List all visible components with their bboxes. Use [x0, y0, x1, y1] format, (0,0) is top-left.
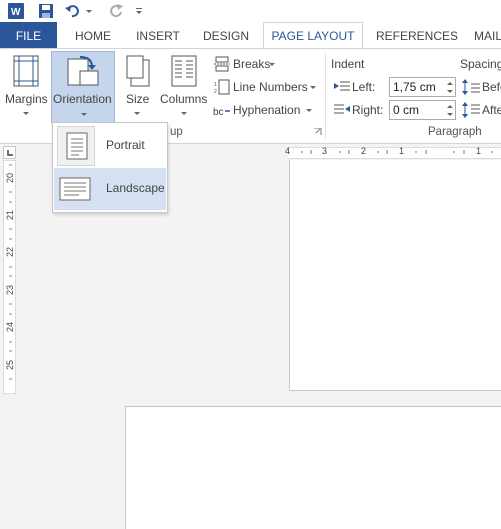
paragraph-group-label: Paragraph — [428, 126, 482, 138]
indent-title: Indent — [331, 57, 365, 71]
document-page[interactable] — [125, 406, 501, 529]
spacing-before-icon — [462, 79, 480, 95]
spacing-title: Spacing — [460, 57, 501, 71]
svg-text:2: 2 — [214, 89, 217, 95]
indent-left-icon — [334, 81, 350, 91]
margins-icon — [13, 55, 39, 87]
indent-left-field[interactable]: 1,75 cm — [389, 77, 456, 97]
save-icon[interactable] — [37, 2, 55, 20]
landscape-label: Landscape — [106, 181, 165, 195]
margins-label: Margins — [5, 92, 48, 106]
ruler-ticks — [301, 150, 493, 154]
breaks-label: Breaks — [233, 57, 271, 71]
indent-right-field[interactable]: 0 cm — [389, 100, 456, 120]
svg-text:W: W — [11, 7, 21, 18]
columns-icon — [171, 55, 197, 87]
left-tab-icon — [7, 150, 13, 156]
ruler-ticks — [9, 164, 12, 380]
size-button[interactable]: Size — [120, 52, 154, 122]
ruler-number: 4 — [285, 146, 291, 156]
orientation-menu: Portrait Landscape — [52, 122, 168, 213]
portrait-label: Portrait — [106, 138, 145, 152]
orientation-label: Orientation — [53, 92, 112, 106]
chevron-down-icon — [181, 112, 187, 115]
chevron-down-icon — [81, 113, 87, 116]
columns-button[interactable]: Columns — [158, 52, 210, 122]
quick-access-toolbar: W — [0, 0, 501, 22]
spin-down-icon[interactable] — [447, 113, 453, 116]
orientation-icon — [67, 56, 99, 86]
indent-right-icon — [334, 104, 350, 114]
document-page[interactable] — [289, 160, 501, 391]
size-label: Size — [126, 92, 150, 106]
svg-text:bc: bc — [213, 107, 224, 118]
line-numbers-icon: 12 — [214, 79, 230, 95]
chevron-down-icon — [269, 63, 275, 66]
chevron-down-icon — [134, 112, 140, 115]
page-setup-group-label: up — [170, 126, 183, 138]
vertical-ruler[interactable]: 20 21 22 23 24 25 — [3, 160, 16, 394]
breaks-button[interactable]: Breaks — [212, 55, 276, 73]
line-numbers-button[interactable]: 12 Line Numbers — [212, 78, 316, 96]
tab-file[interactable]: FILE — [0, 22, 57, 48]
spacing-after-icon — [462, 102, 480, 118]
tab-page-layout[interactable]: PAGE LAYOUT — [263, 22, 363, 48]
tab-references[interactable]: REFERENCES — [376, 22, 458, 48]
chevron-down-icon — [23, 112, 29, 115]
tab-mailings[interactable]: MAIL — [474, 22, 501, 48]
line-numbers-label: Line Numbers — [233, 80, 308, 94]
tab-home[interactable]: HOME — [73, 22, 113, 48]
tab-design[interactable]: DESIGN — [202, 22, 250, 48]
indent-left-value: 1,75 cm — [393, 80, 436, 94]
hyphenation-icon: bc — [213, 107, 230, 118]
word-icon: W — [7, 2, 25, 20]
customize-toolbar-icon[interactable] — [133, 2, 145, 20]
tab-insert[interactable]: INSERT — [134, 22, 182, 48]
tab-selector[interactable] — [3, 146, 16, 159]
svg-text:1: 1 — [214, 82, 217, 88]
margins-button[interactable]: Margins — [3, 52, 49, 122]
orientation-button[interactable]: Orientation — [51, 51, 115, 123]
breaks-icon — [214, 56, 230, 72]
spacing-before-label: Befo — [482, 80, 501, 94]
redo-icon[interactable] — [107, 2, 125, 20]
spin-down-icon[interactable] — [447, 90, 453, 93]
dialog-launcher-icon[interactable] — [314, 128, 322, 136]
ribbon-tabs: FILE HOME INSERT DESIGN PAGE LAYOUT REFE… — [0, 22, 501, 48]
portrait-thumb — [57, 126, 95, 166]
undo-button[interactable] — [64, 2, 94, 20]
indent-right-label: Right: — [352, 103, 384, 117]
chevron-down-icon — [306, 109, 312, 112]
indent-right-value: 0 cm — [393, 103, 420, 117]
portrait-page-icon — [66, 132, 88, 160]
size-icon — [126, 55, 150, 87]
group-separator — [325, 53, 326, 139]
columns-label: Columns — [160, 92, 208, 106]
spin-up-icon[interactable] — [447, 82, 453, 85]
chevron-down-icon — [310, 86, 316, 89]
spin-up-icon[interactable] — [447, 105, 453, 108]
spacing-after-label: Afte — [482, 103, 501, 117]
hyphenation-button[interactable]: bc Hyphenation — [212, 101, 314, 119]
landscape-page-icon — [59, 177, 91, 201]
menu-item-landscape[interactable]: Landscape — [54, 168, 166, 210]
hyphenation-label: Hyphenation — [233, 103, 301, 117]
menu-item-portrait[interactable]: Portrait — [54, 125, 166, 167]
indent-left-label: Left: — [352, 80, 376, 94]
